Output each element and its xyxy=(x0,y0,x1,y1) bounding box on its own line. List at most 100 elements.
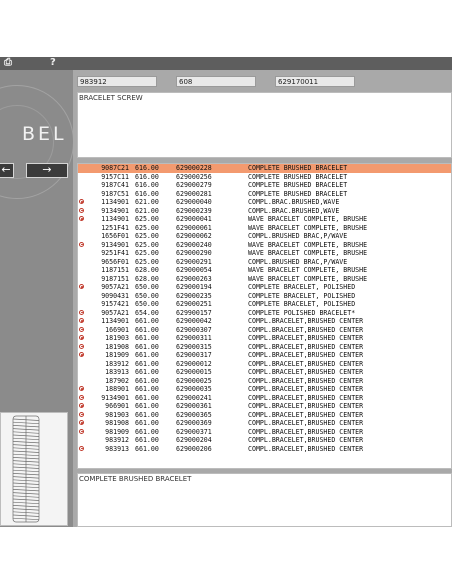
list-item[interactable]: 9134901 625.00 629000240 WAVE BRACELET COMP… xyxy=(78,241,451,250)
item-description: COMPL.BRACELET,BRUSHED CENTER xyxy=(248,436,364,444)
list-item[interactable]: 1187151 628.00 629000054 WAVE BRACELET COMP… xyxy=(78,266,451,275)
item-reference: 9087C21 xyxy=(101,164,129,172)
item-reference: 981903 xyxy=(105,410,129,419)
item-price: 661.00 xyxy=(135,385,159,393)
item-description: COMPL.BRACELET,BRUSHED CENTER xyxy=(248,427,364,436)
list-item[interactable]: 1134901 621.00 629000040 COMPL.BRAC.BRUSHED… xyxy=(78,198,451,207)
list-item[interactable]: 188901 661.00 629000035 COMPL.BRACELET,BRUS… xyxy=(78,385,451,394)
list-item[interactable]: 181909 661.00 629000317 COMPL.BRACELET,BRUS… xyxy=(78,351,451,360)
list-item[interactable]: 966901 661.00 629000361 COMPL.BRACELET,BRUS… xyxy=(78,402,451,411)
item-reference: 9057A21 xyxy=(101,283,129,291)
radio-marker-icon xyxy=(79,343,84,349)
item-description: COMPLETE POLISHED BRACELET* xyxy=(248,308,356,317)
radio-marker-icon xyxy=(79,445,84,451)
list-item[interactable]: 983912 661.00 629000204 COMPL.BRACELET,BRUS… xyxy=(78,436,451,445)
list-item[interactable]: 981908 661.00 629000369 COMPL.BRACELET,BRUS… xyxy=(78,419,451,428)
item-part-number: 629000012 xyxy=(176,359,212,368)
list-item[interactable]: 9251F41 625.00 629000290 WAVE BRACELET COMP… xyxy=(78,249,451,258)
reference-field[interactable]: 983912 xyxy=(77,76,157,87)
item-reference: 9187151 xyxy=(101,274,129,283)
item-part-number: 629000194 xyxy=(176,283,212,291)
list-item[interactable]: 9187C51 616.00 629000281 COMPLETE BRUSHED B… xyxy=(78,190,451,199)
item-price: 661.00 xyxy=(135,325,159,334)
item-description: WAVE BRACELET COMPLETE, BRUSHE xyxy=(248,274,368,283)
item-reference: 9057A21 xyxy=(101,308,129,317)
item-part-number: 629000040 xyxy=(176,198,212,206)
description-text: BRACELET SCREW xyxy=(79,94,143,102)
list-item[interactable]: 1134901 625.00 629000041 WAVE BRACELET COMP… xyxy=(78,215,451,224)
description-box: BRACELET SCREW xyxy=(77,92,452,158)
item-price: 628.00 xyxy=(135,266,159,274)
item-reference: 183912 xyxy=(105,359,129,368)
list-item[interactable]: 9157421 650.00 629000251 COMPLETE BRACELET,… xyxy=(78,300,451,309)
item-reference: 9251F41 xyxy=(101,249,129,257)
list-item[interactable]: 183913 661.00 629000015 COMPL.BRACELET,BRUS… xyxy=(78,368,451,377)
list-item[interactable]: 9134901 661.00 629000241 COMPL.BRACELET,BRU… xyxy=(78,394,451,403)
list-item[interactable]: 9057A21 654.00 629900157 COMPLETE POLISHED … xyxy=(78,309,451,318)
item-part-number: 629000054 xyxy=(176,266,212,274)
item-price: 621.00 xyxy=(135,198,159,206)
item-reference: 181908 xyxy=(105,342,129,351)
item-part-number: 629000240 xyxy=(176,240,212,249)
item-part-number: 629000371 xyxy=(176,427,212,436)
price-field[interactable]: 608 xyxy=(176,76,256,87)
list-item[interactable]: 9087C21 616.00 629000228 COMPLETE BRUSHED B… xyxy=(78,164,451,173)
item-description: COMPL.BRUSHED BRAC,P/WAVE xyxy=(248,257,348,266)
printer-icon[interactable]: ⎙ xyxy=(4,57,12,69)
list-item[interactable]: 9157C11 616.00 629000256 COMPLETE BRUSHED B… xyxy=(78,173,451,182)
item-price: 625.00 xyxy=(135,232,159,240)
item-price: 654.00 xyxy=(135,308,159,317)
item-part-number: 629000035 xyxy=(176,385,212,393)
item-part-number: 629000015 xyxy=(176,368,212,376)
list-item[interactable]: 981903 661.00 629000365 COMPL.BRACELET,BRUS… xyxy=(78,411,451,420)
forward-button[interactable]: → xyxy=(26,163,68,178)
item-reference: 966901 xyxy=(105,402,129,410)
item-price: 661.00 xyxy=(135,376,159,385)
item-description: COMPLETE BRUSHED BRACELET xyxy=(248,189,348,198)
item-part-number: 629000290 xyxy=(176,249,212,257)
list-item[interactable]: 9057A21 650.00 629000194 COMPLETE BRACELET,… xyxy=(78,283,451,292)
list-item[interactable]: 9656F01 625.00 629000291 COMPL.BRUSHED BRAC… xyxy=(78,258,451,267)
item-part-number: 629000061 xyxy=(176,223,212,232)
item-reference: 1187151 xyxy=(101,266,129,274)
list-item[interactable]: 9187C41 616.00 629000279 COMPLETE BRUSHED B… xyxy=(78,181,451,190)
item-part-number: 629000041 xyxy=(176,215,212,223)
item-price: 661.00 xyxy=(135,393,159,402)
item-description: COMPL.BRACELET,BRUSHED CENTER xyxy=(248,342,364,351)
list-item[interactable]: 166901 661.00 629000307 COMPL.BRACELET,BRUS… xyxy=(78,326,451,335)
item-description: COMPLETE BRACELET, POLISHED xyxy=(248,291,356,300)
list-item[interactable]: 181903 661.00 629000311 COMPL.BRACELET,BRUS… xyxy=(78,334,451,343)
results-list[interactable]: 9087C21 616.00 629000228 COMPLETE BRUSHED B… xyxy=(77,163,452,469)
item-description: COMPL.BRACELET,BRUSHED CENTER xyxy=(248,385,364,393)
list-item[interactable]: 981909 661.00 629000371 COMPL.BRACELET,BRUS… xyxy=(78,428,451,437)
back-button[interactable]: ← xyxy=(0,163,14,178)
list-item[interactable]: 1251F41 625.00 629000061 WAVE BRACELET COMP… xyxy=(78,224,451,233)
radio-marker-icon xyxy=(79,318,84,323)
item-description: COMPL.BRAC.BRUSHED,WAVE xyxy=(248,198,340,206)
list-item[interactable]: 187902 661.00 629000025 COMPL.BRACELET,BRUS… xyxy=(78,377,451,386)
list-item[interactable]: 9134901 621.00 629000239 COMPL.BRAC.BRUSHED… xyxy=(78,207,451,216)
radio-marker-icon xyxy=(79,420,84,425)
item-part-number: 629000239 xyxy=(176,206,212,215)
item-reference: 983913 xyxy=(105,444,129,453)
footer-text: COMPLETE BRUSHED BRACELET xyxy=(79,475,192,483)
radio-marker-icon xyxy=(79,428,84,434)
item-part-number: 629000317 xyxy=(176,351,212,359)
help-icon[interactable]: ? xyxy=(50,57,56,69)
list-item[interactable]: 9090431 650.00 629000235 COMPLETE BRACELET,… xyxy=(78,292,451,301)
list-item[interactable]: 181908 661.00 629000315 COMPL.BRACELET,BRUS… xyxy=(78,343,451,352)
item-price: 616.00 xyxy=(135,181,159,189)
item-reference: 188901 xyxy=(105,385,129,393)
part-number-field[interactable]: 629170011 xyxy=(275,76,355,87)
list-item[interactable]: 983913 661.00 629000206 COMPL.BRACELET,BRUS… xyxy=(78,445,451,454)
list-item[interactable]: 9187151 628.00 629000263 WAVE BRACELET COMP… xyxy=(78,275,451,284)
item-price: 661.00 xyxy=(135,334,159,342)
item-price: 625.00 xyxy=(135,257,159,266)
item-price: 650.00 xyxy=(135,300,159,308)
item-price: 625.00 xyxy=(135,215,159,223)
list-item[interactable]: 183912 661.00 629000012 COMPL.BRACELET,BRUS… xyxy=(78,360,451,369)
item-description: COMPL.BRACELET,BRUSHED CENTER xyxy=(248,368,364,376)
list-item[interactable]: 1134901 661.00 629000042 COMPL.BRACELET,BRU… xyxy=(78,317,451,326)
list-item[interactable]: 1656F01 625.00 629000062 COMPL.BRUSHED BRAC… xyxy=(78,232,451,241)
item-price: 628.00 xyxy=(135,274,159,283)
